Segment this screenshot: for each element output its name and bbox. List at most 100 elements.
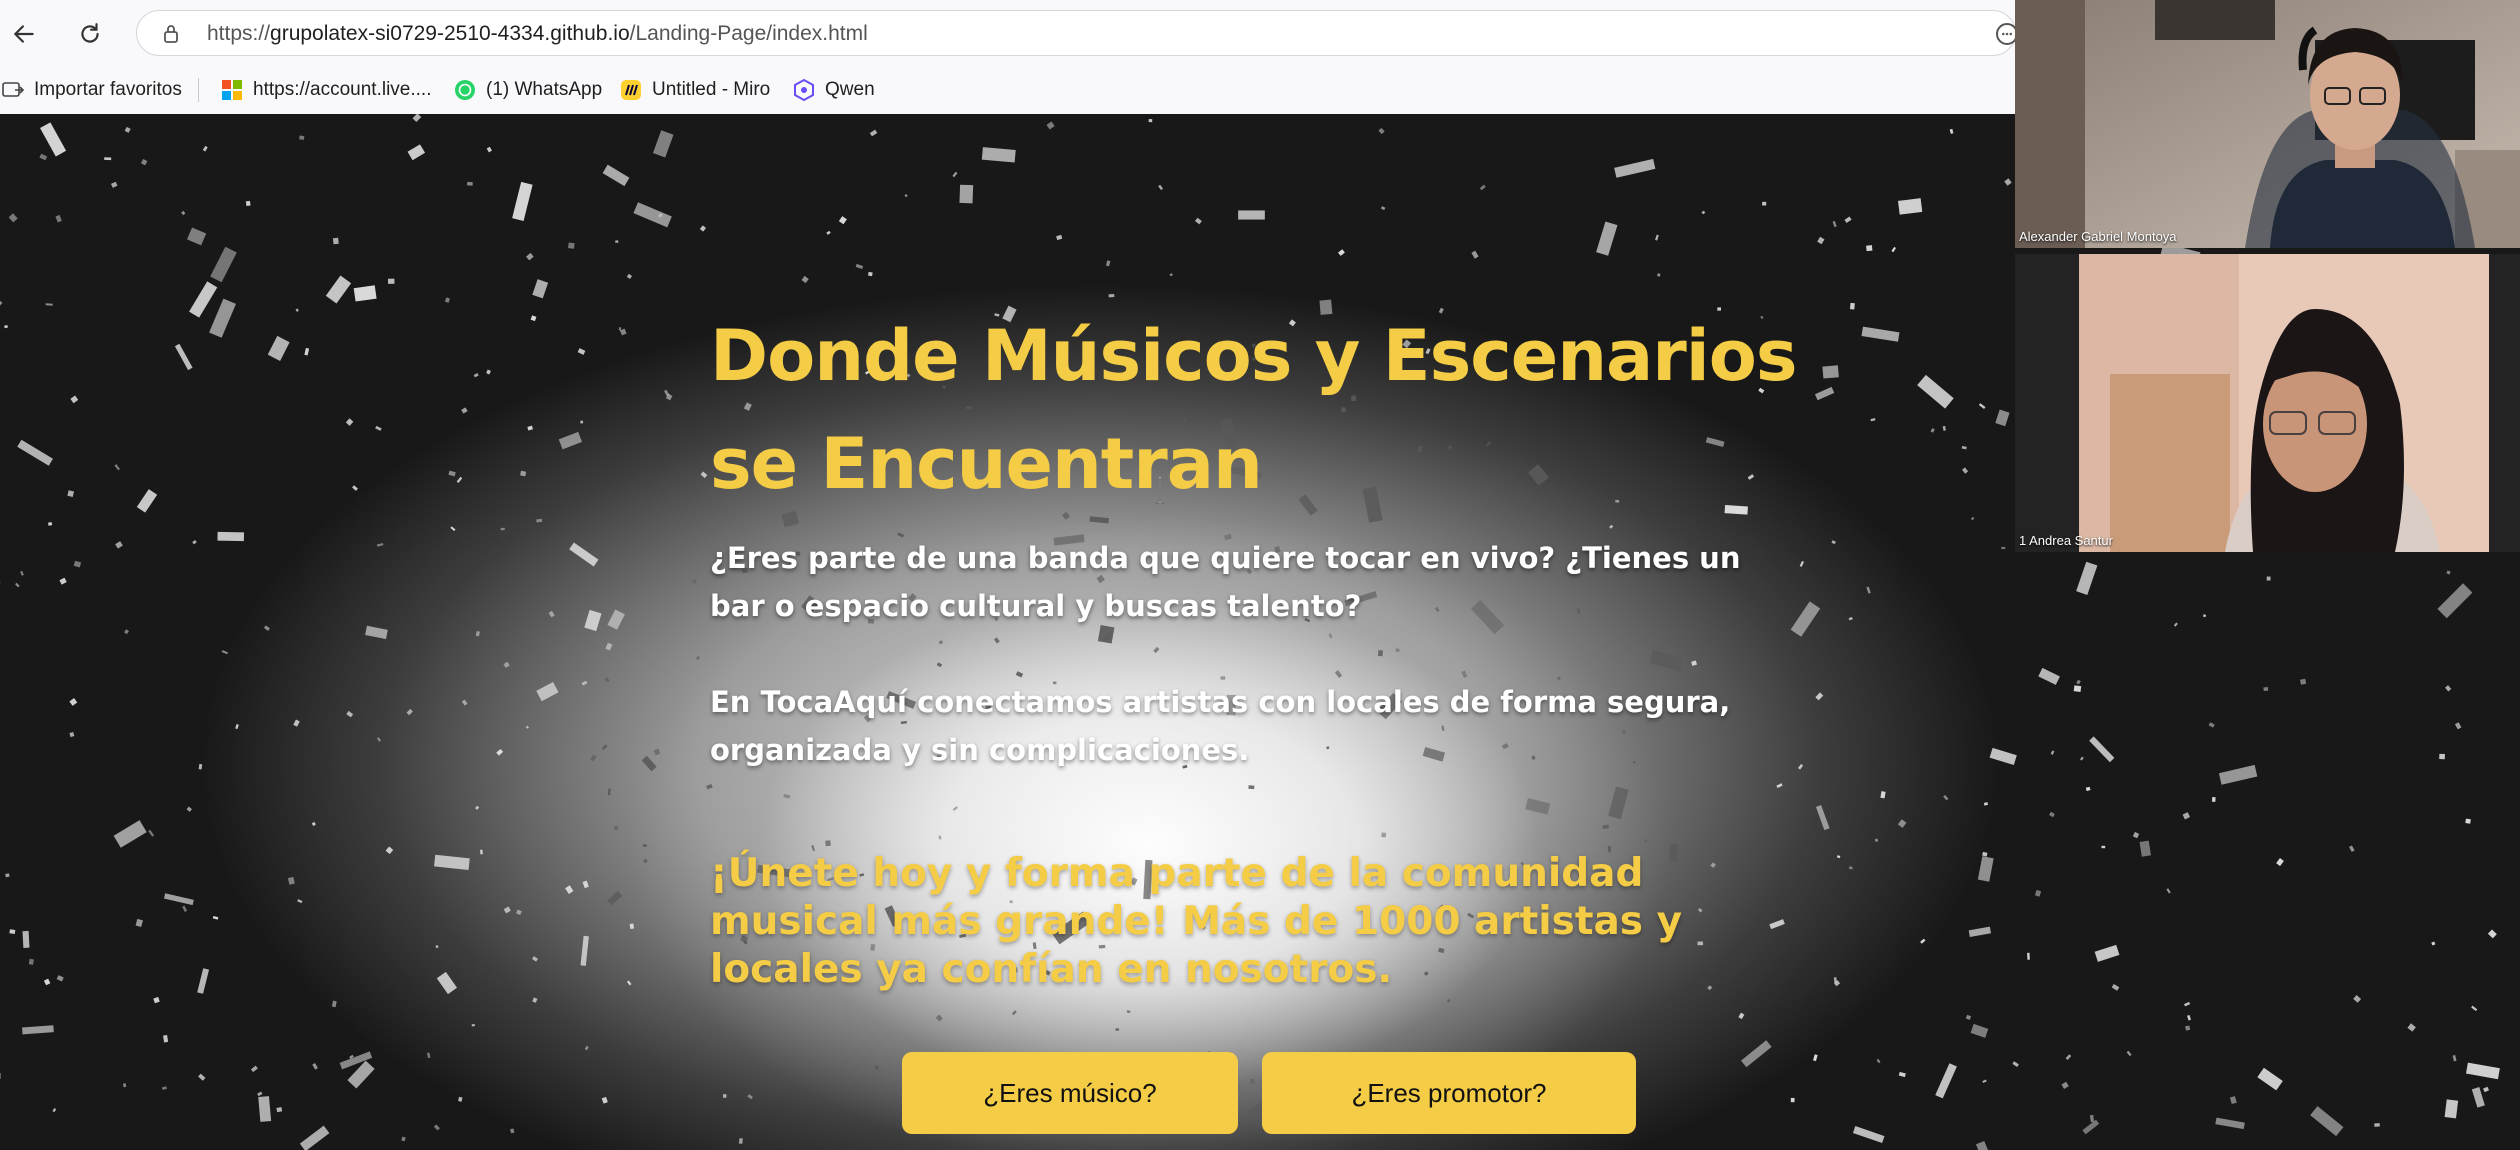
confetti-piece xyxy=(332,237,339,245)
confetti-piece xyxy=(325,275,352,304)
confetti-piece xyxy=(1815,805,1830,831)
confetti-piece xyxy=(1968,926,1992,937)
video-tile-participant-2[interactable]: 1 Andrea Santur xyxy=(2015,254,2520,552)
confetti-piece xyxy=(1833,977,1837,983)
confetti-piece xyxy=(1479,184,1486,191)
confetti-piece xyxy=(20,570,24,576)
confetti-piece xyxy=(2483,1086,2490,1093)
confetti-piece xyxy=(582,880,589,889)
confetti-piece xyxy=(783,794,791,799)
confetti-piece xyxy=(69,698,78,706)
confetti-piece xyxy=(2089,1114,2095,1123)
confetti-piece xyxy=(1395,648,1400,653)
url-text[interactable]: https://grupolatex-si0729-2510-4334.gith… xyxy=(207,11,868,57)
confetti-piece xyxy=(1015,671,1024,678)
microsoft-icon xyxy=(222,80,242,100)
confetti-piece xyxy=(297,899,303,904)
confetti-piece xyxy=(202,145,208,152)
confetti-piece xyxy=(245,200,251,207)
confetti-piece xyxy=(471,1024,475,1027)
confetti-piece xyxy=(558,431,583,450)
participant-video-feed xyxy=(2015,0,2520,248)
confetti-piece xyxy=(192,539,197,545)
confetti-piece xyxy=(1943,794,1949,801)
confetti-piece xyxy=(475,805,480,810)
confetti-piece xyxy=(607,788,611,796)
bookmark-import-favorites[interactable]: Importar favoritos xyxy=(2,66,182,114)
confetti-piece xyxy=(565,885,574,894)
refresh-button[interactable] xyxy=(68,12,112,56)
back-button[interactable] xyxy=(2,12,46,56)
confetti-piece xyxy=(1917,374,1954,409)
qwen-icon xyxy=(794,79,814,101)
confetti-piece xyxy=(1978,403,1986,410)
confetti-piece xyxy=(1897,819,1907,828)
confetti-piece xyxy=(2038,667,2060,685)
bookmark-account-live[interactable]: https://account.live.... xyxy=(221,66,431,114)
address-bar[interactable]: https://grupolatex-si0729-2510-4334.gith… xyxy=(136,10,2018,57)
confetti-piece xyxy=(299,135,305,140)
confetti-piece xyxy=(67,490,75,497)
confetti-piece xyxy=(1446,998,1451,1003)
confetti-piece xyxy=(1790,1097,1795,1103)
confetti-piece xyxy=(2452,1055,2457,1062)
brand-name: TocaAquí xyxy=(760,685,907,719)
confetti-piece xyxy=(1461,670,1468,678)
confetti-piece xyxy=(480,849,483,855)
confetti-piece xyxy=(1496,528,1500,531)
confetti-piece xyxy=(1942,425,1946,431)
confetti-piece xyxy=(952,806,958,812)
confetti-piece xyxy=(1965,1014,1971,1020)
lock-icon[interactable] xyxy=(159,22,183,46)
confetti-piece xyxy=(1115,1028,1120,1031)
confetti-piece xyxy=(935,1014,943,1022)
confetti-piece xyxy=(1989,747,2017,766)
bookmark-miro[interactable]: Untitled - Miro xyxy=(620,66,770,114)
confetti-piece xyxy=(1056,234,1063,241)
confetti-piece xyxy=(435,945,439,948)
confetti-piece xyxy=(1328,633,1333,639)
confetti-piece xyxy=(1935,1063,1957,1099)
confetti-piece xyxy=(581,680,588,686)
confetti-piece xyxy=(526,252,534,261)
confetti-piece xyxy=(163,1034,169,1043)
bookmark-whatsapp[interactable]: (1) WhatsApp xyxy=(454,66,602,114)
promoter-button[interactable]: ¿Eres promotor? xyxy=(1262,1052,1636,1134)
bookmark-separator xyxy=(198,78,199,102)
confetti-piece xyxy=(2444,1099,2459,1119)
confetti-piece xyxy=(2065,1054,2072,1061)
confetti-piece xyxy=(503,661,510,668)
confetti-piece xyxy=(331,1000,337,1008)
confetti-piece xyxy=(993,637,1000,644)
confetti-piece xyxy=(536,518,543,523)
confetti-piece xyxy=(375,425,382,431)
bookmarks-bar: Importar favoritos https://account.live.… xyxy=(0,66,2015,114)
confetti-piece xyxy=(115,541,123,549)
confetti-piece xyxy=(346,710,354,718)
confetti-piece xyxy=(1897,198,1923,215)
confetti-piece xyxy=(577,348,586,355)
confetti-piece xyxy=(2471,1005,2478,1012)
confetti-piece xyxy=(532,956,538,962)
confetti-piece xyxy=(691,578,698,584)
navigation-row: https://grupolatex-si0729-2510-4334.gith… xyxy=(0,0,2018,66)
confetti-piece xyxy=(1848,866,1853,870)
confetti-piece xyxy=(1657,273,1661,277)
bookmark-qwen[interactable]: Qwen xyxy=(793,66,875,114)
confetti-piece xyxy=(1377,650,1383,657)
confetti-piece xyxy=(1126,1010,1131,1013)
confetti-piece xyxy=(2089,736,2115,763)
confetti-piece xyxy=(163,893,194,906)
confetti-piece xyxy=(4,325,8,329)
confetti-piece xyxy=(699,225,707,232)
confetti-piece xyxy=(1655,234,1659,241)
confetti-piece xyxy=(580,420,584,424)
confetti-piece xyxy=(520,470,527,477)
confetti-piece xyxy=(1949,128,1954,134)
video-tile-participant-1[interactable]: Alexander Gabriel Montoya xyxy=(2015,0,2520,248)
confetti-piece xyxy=(124,629,129,635)
confetti-piece xyxy=(486,146,492,153)
hero-cta-text: ¡Únete hoy y forma parte de la comunidad… xyxy=(710,851,1683,992)
musician-button[interactable]: ¿Eres músico? xyxy=(902,1052,1238,1134)
confetti-piece xyxy=(706,783,713,790)
